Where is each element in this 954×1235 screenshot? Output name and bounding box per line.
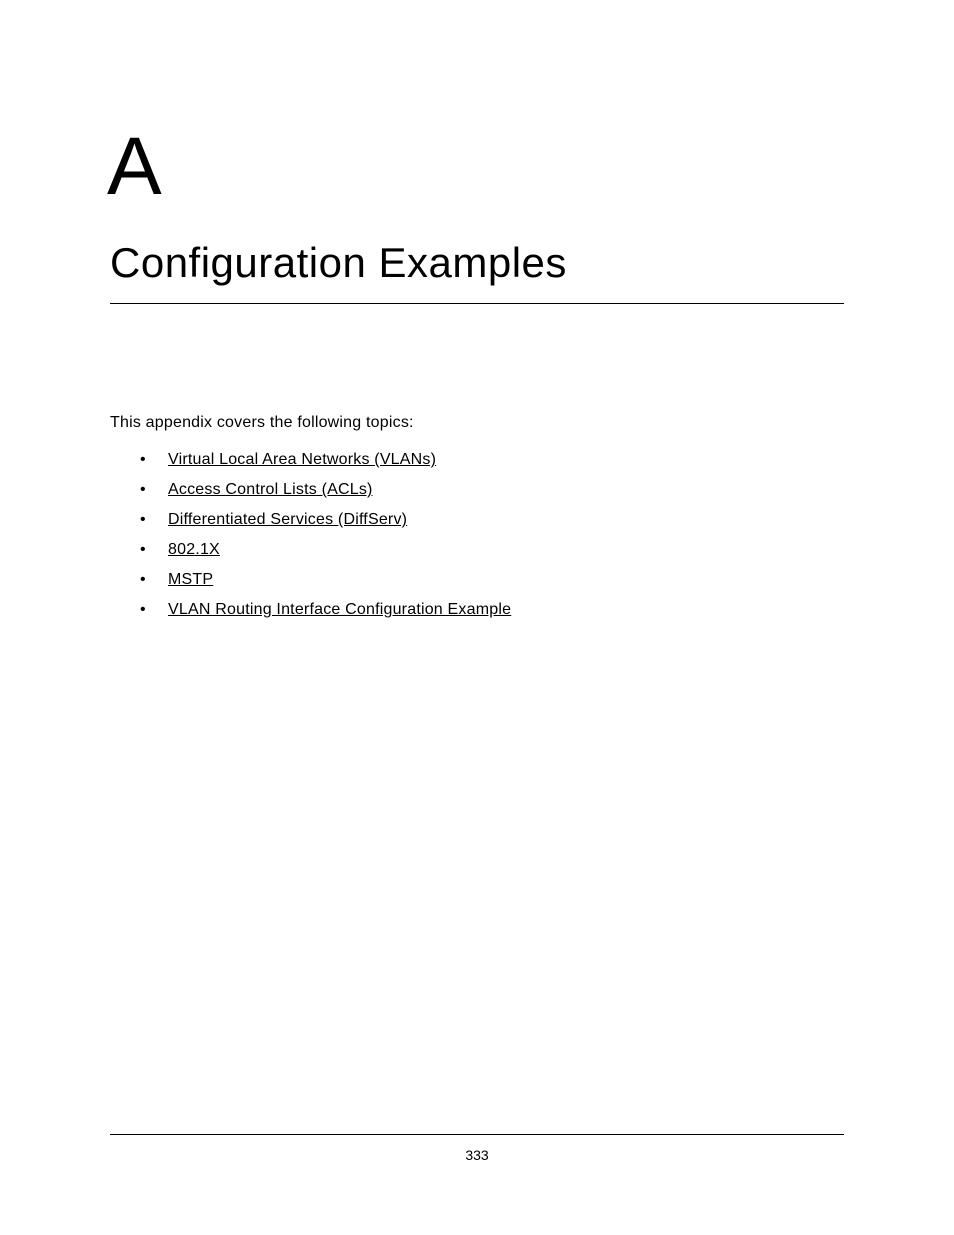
topic-link-vlan[interactable]: Virtual Local Area Networks (VLANs) [168,451,436,468]
topic-link-vlan-routing[interactable]: VLAN Routing Interface Configuration Exa… [168,601,511,618]
list-item: Virtual Local Area Networks (VLANs) [140,448,844,472]
page-number: 333 [0,1147,954,1163]
topic-link-diffserv[interactable]: Differentiated Services (DiffServ) [168,511,407,528]
document-page: A Configuration Examples This appendix c… [0,0,954,1235]
topic-link-acl[interactable]: Access Control Lists (ACLs) [168,481,373,498]
page-title: Configuration Examples [110,239,844,304]
footer-divider [110,1134,844,1135]
list-item: VLAN Routing Interface Configuration Exa… [140,598,844,622]
intro-text: This appendix covers the following topic… [110,414,844,432]
topic-link-mstp[interactable]: MSTP [168,571,213,588]
list-item: MSTP [140,568,844,592]
topic-link-8021x[interactable]: 802.1X [168,541,220,558]
appendix-letter: A [107,120,844,214]
list-item: Access Control Lists (ACLs) [140,478,844,502]
list-item: Differentiated Services (DiffServ) [140,508,844,532]
topic-list: Virtual Local Area Networks (VLANs) Acce… [110,448,844,622]
list-item: 802.1X [140,538,844,562]
